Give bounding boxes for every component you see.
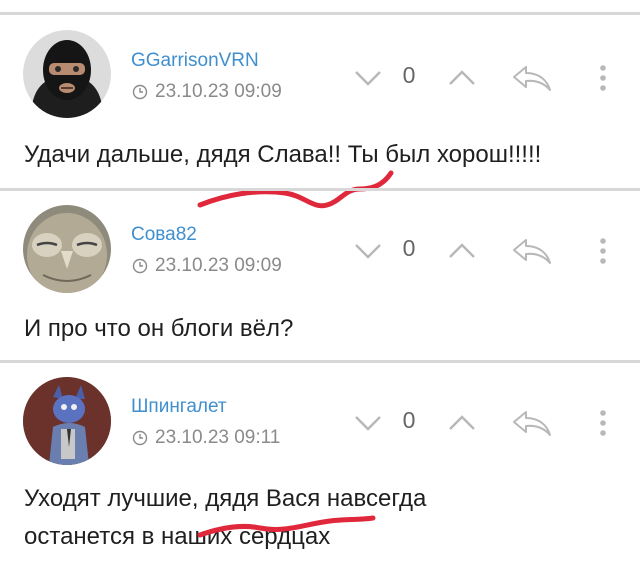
- chevron-up-icon: [449, 243, 475, 258]
- timestamp-text: 23.10.23 09:09: [155, 81, 282, 102]
- comment-timestamp: 23.10.23 09:09: [132, 255, 282, 277]
- downvote-button[interactable]: [348, 403, 388, 443]
- downvote-button[interactable]: [348, 58, 388, 98]
- comment-text-line: Удачи дальше, дядя Слава!! Ты был хорош!…: [24, 141, 542, 168]
- comment-item: Сова82 23.10.23 09:09 0 И про что он бло…: [0, 191, 640, 361]
- clock-icon: [132, 258, 148, 274]
- username-link[interactable]: Шпингалет: [131, 396, 227, 418]
- chevron-up-icon: [449, 415, 475, 430]
- more-options-button[interactable]: [591, 231, 615, 271]
- reply-arrow-icon: [513, 239, 551, 264]
- more-vertical-icon: [600, 238, 606, 264]
- clock-icon: [132, 430, 148, 446]
- comment-item: GGarrisonVRN 23.10.23 09:09 0 Удачи даль…: [0, 0, 640, 190]
- downvote-button[interactable]: [348, 231, 388, 271]
- comment-timestamp: 23.10.23 09:11: [132, 427, 280, 449]
- timestamp-text: 23.10.23 09:11: [155, 427, 281, 448]
- upvote-button[interactable]: [442, 231, 482, 271]
- chevron-down-icon: [355, 244, 381, 259]
- comment-actions: 0: [348, 403, 618, 443]
- reply-button[interactable]: [508, 403, 556, 443]
- vote-count: 0: [402, 407, 416, 433]
- more-options-button[interactable]: [591, 403, 615, 443]
- upvote-button[interactable]: [442, 58, 482, 98]
- comment-text-line: И про что он блоги вёл?: [24, 315, 294, 342]
- cartoon-character-avatar[interactable]: [23, 377, 111, 465]
- more-options-button[interactable]: [591, 58, 615, 98]
- reply-button[interactable]: [508, 58, 556, 98]
- comment-text: Уходят лучшие, дядя Вася навсегда остане…: [24, 480, 624, 556]
- vote-count: 0: [402, 62, 416, 88]
- reply-arrow-icon: [513, 66, 551, 91]
- reply-button[interactable]: [508, 231, 556, 271]
- reply-arrow-icon: [513, 411, 551, 436]
- upvote-button[interactable]: [442, 403, 482, 443]
- vote-count: 0: [402, 235, 416, 261]
- chevron-up-icon: [449, 70, 475, 85]
- chevron-down-icon: [355, 416, 381, 431]
- timestamp-text: 23.10.23 09:09: [155, 255, 282, 276]
- username-link[interactable]: GGarrisonVRN: [131, 50, 259, 72]
- clock-icon: [132, 84, 148, 100]
- owl-avatar[interactable]: [23, 205, 111, 293]
- comment-timestamp: 23.10.23 09:09: [132, 81, 282, 103]
- balaclava-avatar[interactable]: [23, 30, 111, 118]
- more-vertical-icon: [600, 65, 606, 91]
- comment-text-line: Уходят лучшие, дядя Вася навсегда: [24, 485, 427, 512]
- more-vertical-icon: [600, 410, 606, 436]
- comment-text: Удачи дальше, дядя Слава!! Ты был хорош!…: [24, 136, 624, 174]
- comment-actions: 0: [348, 58, 618, 98]
- comment-item: Шпингалет 23.10.23 09:11 0 Уходят лучшие…: [0, 363, 640, 580]
- username-link[interactable]: Сова82: [131, 224, 197, 246]
- comment-text-line: останется в наших сердцах: [24, 523, 331, 550]
- comment-actions: 0: [348, 231, 618, 271]
- comments-feed: GGarrisonVRN 23.10.23 09:09 0 Удачи даль…: [0, 0, 640, 580]
- chevron-down-icon: [355, 71, 381, 86]
- comment-text: И про что он блоги вёл?: [24, 310, 624, 348]
